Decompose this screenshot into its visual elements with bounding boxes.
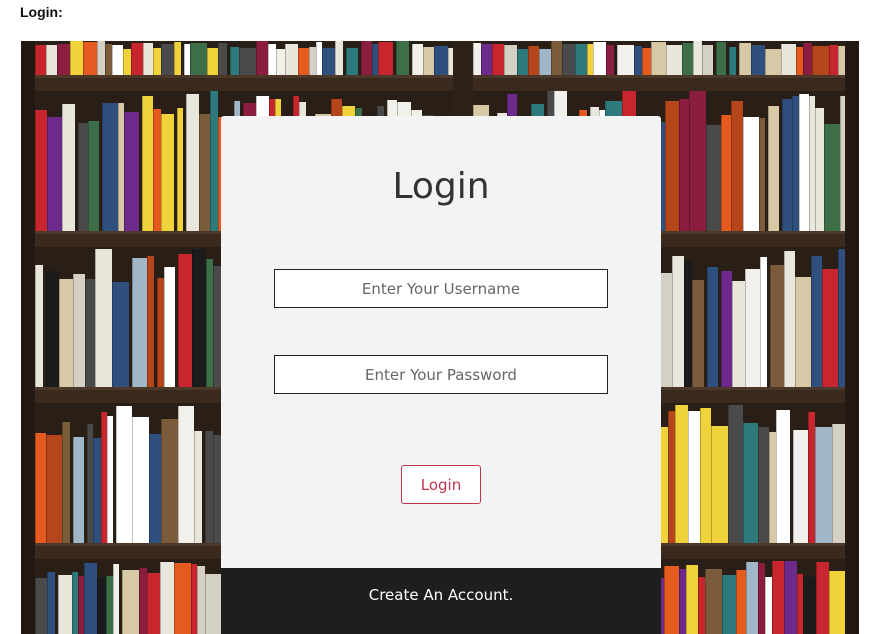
card-footer: Create An Account.: [221, 568, 661, 634]
bookshelf-background: Login Login Create An Account.: [21, 41, 859, 634]
page-heading: Login:: [20, 4, 63, 20]
login-card: Login Login Create An Account.: [221, 116, 661, 634]
username-input[interactable]: [274, 269, 608, 308]
password-input[interactable]: [274, 355, 608, 394]
create-account-link[interactable]: Create An Account.: [221, 568, 661, 622]
login-button[interactable]: Login: [401, 465, 481, 504]
login-title: Login: [392, 166, 490, 207]
